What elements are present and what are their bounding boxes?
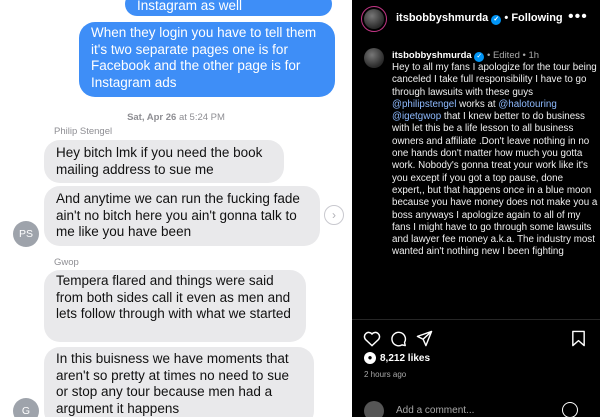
following-button[interactable]: Following (511, 12, 562, 24)
sent-message: When they login you have to tell them it… (79, 22, 335, 97)
sent-message: Instagram as well (125, 0, 332, 16)
username[interactable]: itsbobbyshmurda (392, 50, 472, 61)
comment-input[interactable]: Add a comment... (396, 405, 474, 416)
avatar[interactable]: PS (13, 221, 39, 247)
avatar (364, 401, 384, 417)
like-count[interactable]: ● 8,212 likes (364, 352, 430, 364)
sender-name: Gwop (54, 257, 79, 268)
emoji-icon[interactable] (562, 402, 578, 417)
share-icon[interactable] (416, 330, 433, 347)
sender-name: Philip Stengel (54, 126, 113, 137)
caption: Hey to all my fans I apologize for the t… (392, 62, 598, 258)
post-time: 2 hours ago (364, 370, 407, 379)
like-avatar-icon: ● (364, 352, 376, 364)
avatar[interactable]: G (13, 398, 39, 417)
mention-link[interactable]: @halotouring (498, 99, 556, 110)
received-message: Hey bitch lmk if you need the book maili… (44, 140, 284, 183)
instagram-post: itsbobbyshmurda ✓ • Following ••• itsbob… (352, 0, 600, 417)
timestamp: Sat, Apr 26 at 5:24 PM (127, 112, 225, 123)
verified-icon: ✓ (474, 52, 485, 62)
avatar[interactable] (364, 48, 384, 68)
heart-icon[interactable] (363, 330, 381, 347)
edited-label: • Edited • 1h (486, 50, 540, 61)
mention-link[interactable]: @philipstengel (392, 99, 456, 110)
forward-icon[interactable]: › (324, 205, 344, 225)
verified-icon: ✓ (491, 15, 502, 25)
imessage-thread: Instagram as well When they login you ha… (0, 0, 352, 417)
received-message: Tempera flared and things were said from… (44, 270, 306, 342)
post-header: itsbobbyshmurda ✓ • Following (396, 12, 563, 25)
more-options-icon[interactable]: ••• (568, 8, 588, 26)
received-message: And anytime we can run the fucking fade … (44, 186, 320, 246)
comment-icon[interactable] (390, 330, 407, 347)
username[interactable]: itsbobbyshmurda (396, 12, 488, 24)
caption-header: itsbobbyshmurda ✓ • Edited • 1h (392, 50, 539, 62)
divider (352, 319, 600, 320)
received-message: In this buisness we have moments that ar… (44, 347, 314, 417)
avatar[interactable] (364, 9, 384, 29)
mention-link[interactable]: @igetgwop (392, 111, 441, 122)
bookmark-icon[interactable] (571, 330, 586, 347)
